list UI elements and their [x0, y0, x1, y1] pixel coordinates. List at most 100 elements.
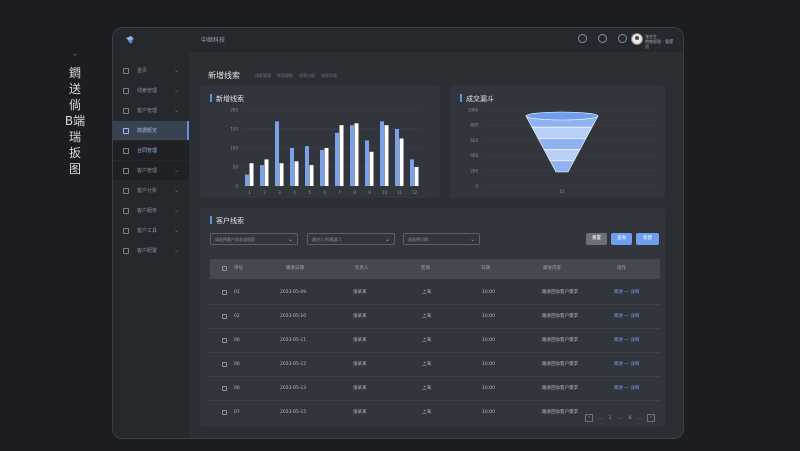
breadcrumb-item[interactable]: 线索列表	[321, 73, 337, 79]
owner-select[interactable]: 跟进人/所属部门 ⌄	[307, 233, 395, 245]
cell-content: 跟进回访客户需求	[542, 386, 578, 391]
x-tick-label: 4	[293, 190, 296, 195]
cell-time: 10:00	[482, 386, 495, 391]
breadcrumb-item[interactable]: 线索管理	[255, 73, 271, 79]
sidebar-item-tools[interactable]: 客户工具 ⌄	[113, 221, 189, 240]
analysis-icon	[123, 187, 129, 194]
sidebar-item-customers[interactable]: 客户管理 ⌄	[113, 101, 189, 120]
chevron-down-icon: ⌄	[173, 107, 179, 114]
cell-owner: 张某某	[353, 362, 367, 367]
row-action-link[interactable]: 跟进 一 详情	[614, 281, 639, 304]
x-tick-label: 3	[278, 190, 281, 195]
cell-date: 2023-05-09	[280, 290, 307, 295]
cell-owner: 张某某	[353, 386, 367, 391]
toolbar-icons	[578, 34, 627, 43]
prev-page-button[interactable]: ‹	[585, 414, 593, 422]
row-action-link[interactable]: 跟进 一 详情	[614, 353, 639, 376]
cell-region: 上海	[422, 386, 431, 391]
sidebar-item-leads[interactable]: 线索管理 ⌄	[113, 81, 189, 100]
bar	[410, 159, 414, 186]
row-action-link[interactable]: 跟进 一 详情	[614, 329, 639, 352]
pagination-dots: …	[637, 415, 643, 421]
table-row[interactable]: 01 2023-05-09 张某某 上海 10:00 跟进回访客户需求 跟进 一…	[210, 281, 660, 305]
row-checkbox[interactable]	[222, 361, 227, 367]
sidebar-item-customer-mgmt[interactable]: 客户管理 ⌄	[113, 161, 189, 180]
leads-panel: 客户线索 请选择客户状态或线索 ⌄ 跟进人/所属部门 ⌄ 请选择日期 ⌄ 重置 查询 …	[200, 208, 665, 426]
contract-icon	[123, 147, 129, 154]
cell-id: 02	[234, 314, 240, 319]
sidebar-item-dashboard[interactable]: 数据概览	[113, 121, 189, 140]
sidebar-item-config[interactable]: 客户配置 ⌄	[113, 241, 189, 260]
bar-chart-panel: 新增线索 0 50 100 150 200 1 2 3 4 5 6 7 8 9 10 11 12	[200, 86, 440, 198]
row-checkbox[interactable]	[222, 385, 227, 391]
chevron-down-icon: ⌄	[287, 236, 293, 243]
cell-time: 10:00	[482, 362, 495, 367]
bar-chart: 0501001502001 2 3 4 5 6 7 8 9 10 11 12	[230, 108, 422, 195]
row-checkbox[interactable]	[222, 289, 227, 295]
avatar[interactable]	[631, 33, 643, 45]
row-action-link[interactable]: 跟进 一 详情	[614, 305, 639, 328]
bar	[275, 121, 279, 186]
page-number[interactable]: 6	[627, 416, 633, 421]
x-tick-label: 11	[397, 190, 403, 195]
column-header: 日期	[481, 266, 490, 271]
caption-char: 倘	[68, 98, 81, 112]
add-button[interactable]: 新建	[636, 233, 659, 245]
row-checkbox[interactable]	[222, 409, 227, 415]
cell-region: 上海	[422, 314, 431, 319]
sidebar-item-label: 首页	[137, 68, 148, 74]
select-all-checkbox[interactable]	[222, 266, 227, 271]
column-header: 操作	[617, 266, 626, 271]
breadcrumb-item[interactable]: 线索跟踪	[277, 73, 293, 79]
bar	[399, 138, 404, 186]
sidebar-item-service[interactable]: 客户服务 ⌄	[113, 201, 189, 220]
row-checkbox[interactable]	[222, 337, 227, 343]
cell-owner: 张某某	[353, 290, 367, 295]
cell-date: 2023-05-12	[280, 362, 307, 367]
page-number[interactable]: 1	[607, 416, 613, 421]
sidebar-item-home[interactable]: 首页 ⌄	[113, 61, 189, 80]
table-row[interactable]: 06 2023-05-11 张某某 上海 10:00 跟进回访客户需求 跟进 一…	[210, 329, 660, 353]
table-row[interactable]: 02 2023-05-10 张某某 上海 10:00 跟进回访客户需求 跟进 一…	[210, 305, 660, 329]
sidebar-item-analysis[interactable]: 客户分析 ⌄	[113, 181, 189, 200]
pagination: ‹ … 1 … 6 … ›	[585, 414, 655, 422]
dashboard-icon	[123, 127, 129, 134]
cell-owner: 张某某	[353, 338, 367, 343]
table-row[interactable]: 06 2023-05-12 张某某 上海 10:00 跟进回访客户需求 跟进 一…	[210, 353, 660, 377]
bar	[335, 132, 339, 186]
y-tick-label: 1000	[468, 108, 479, 113]
funnel-chart: 1000 800 600 400 200 0 10	[468, 108, 655, 194]
config-icon	[123, 247, 129, 254]
reset-button[interactable]: 重置	[586, 233, 607, 245]
date-select[interactable]: 请选择日期 ⌄	[403, 233, 480, 245]
sidebar-item-contracts[interactable]: 合同管理	[113, 141, 189, 160]
next-page-button[interactable]: ›	[647, 414, 655, 422]
y-tick-label: 200	[230, 108, 238, 113]
status-select[interactable]: 请选择客户状态或线索 ⌄	[210, 233, 298, 245]
chevron-down-icon: ⌄	[173, 87, 179, 94]
service-icon	[123, 207, 129, 214]
column-header: 跟进日期	[286, 266, 304, 271]
sidebar-item-label: 客户管理	[137, 108, 158, 114]
select-placeholder: 请选择日期	[408, 237, 428, 242]
cell-content: 跟进回访客户需求	[542, 362, 578, 367]
more-icon[interactable]: -	[671, 36, 673, 43]
notification-icon[interactable]	[618, 34, 627, 43]
y-tick-label: 400	[470, 153, 478, 158]
cell-time: 10:00	[482, 338, 495, 343]
filter-bar: 请选择客户状态或线索 ⌄ 跟进人/所属部门 ⌄ 请选择日期 ⌄ 重置 查询 新建	[210, 233, 660, 247]
sidebar-item-label: 客户管理	[137, 168, 158, 174]
table-row[interactable]: 06 2023-05-13 张某某 上海 10:00 跟进回访客户需求 跟进 一…	[210, 377, 660, 401]
settings-icon[interactable]	[578, 34, 587, 43]
cell-date: 2023-05-13	[280, 386, 307, 391]
funnel-stage	[543, 149, 581, 162]
table-header: 序号 跟进日期 负责人 区域 日期 跟进内容 操作	[210, 259, 660, 279]
chevron-down-icon: ⌄	[173, 167, 179, 174]
row-action-link[interactable]: 跟进 一 详情	[614, 377, 639, 400]
breadcrumb-item[interactable]: 线索分配	[299, 73, 315, 79]
help-icon[interactable]	[598, 34, 607, 43]
funnel-stage	[537, 138, 587, 150]
search-button[interactable]: 查询	[611, 233, 632, 245]
row-checkbox[interactable]	[222, 313, 227, 319]
customer-icon	[123, 107, 129, 114]
